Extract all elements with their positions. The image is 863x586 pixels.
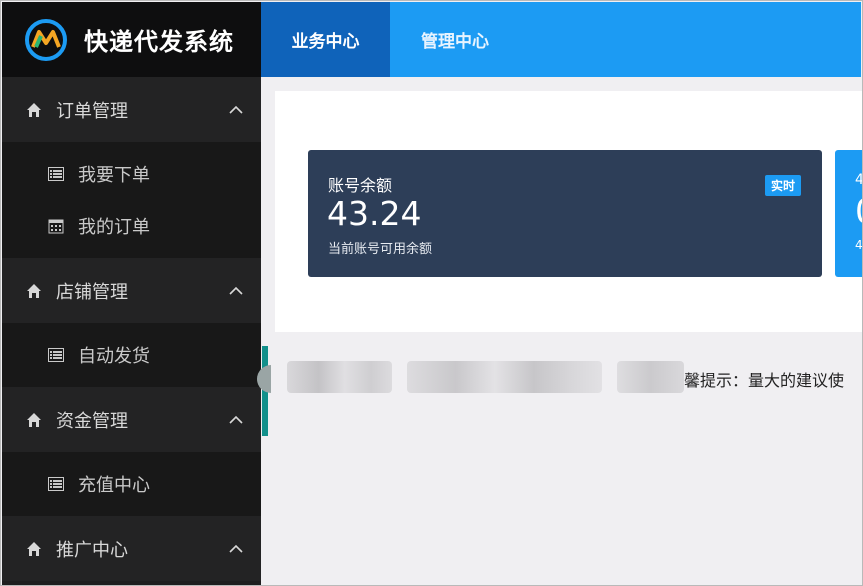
stat-card-partial: 4 0 4 — [835, 150, 863, 277]
chevron-up-icon — [229, 415, 243, 424]
sidebar-item-recharge[interactable]: 充值中心 — [2, 458, 261, 510]
app-title: 快递代发系统 — [84, 28, 234, 56]
blurred-content — [407, 361, 602, 393]
list-icon — [48, 348, 64, 362]
chevron-up-icon — [229, 105, 243, 114]
sidebar-item-my-orders[interactable]: 我的订单 — [2, 200, 261, 252]
balance-title: 账号余额 — [328, 176, 393, 195]
sidebar-group-label: 推广中心 — [56, 539, 128, 561]
home-icon — [27, 102, 41, 117]
calendar-icon — [48, 219, 64, 234]
sidebar-sublist: 充值中心 — [2, 452, 261, 516]
top-nav: 业务中心 管理中心 — [261, 2, 861, 77]
sidebar-sublist: 我要下单 我的订单 — [2, 142, 261, 258]
sidebar: 快递代发系统 订单管理 我要下单 我的订单 店铺管理 自动发货 资金管理 充值中… — [2, 2, 261, 586]
sidebar-group-shop[interactable]: 店铺管理 — [2, 258, 261, 323]
home-icon — [27, 412, 41, 427]
sidebar-group-label: 资金管理 — [56, 410, 128, 432]
m-logo-icon — [25, 18, 67, 61]
list-icon — [48, 477, 64, 491]
blurred-content — [287, 361, 392, 393]
list-icon — [48, 167, 64, 181]
notice-text: 馨提示：量大的建议使 — [684, 371, 845, 390]
balance-card: 账号余额 43.24 当前账号可用余额 实时 — [308, 150, 822, 277]
sidebar-item-label: 充值中心 — [78, 475, 150, 496]
sidebar-item-place-order[interactable]: 我要下单 — [2, 148, 261, 200]
sidebar-group-label: 订单管理 — [56, 100, 128, 122]
sidebar-sublist: 自动发货 — [2, 323, 261, 387]
stats-panel: 账号余额 43.24 当前账号可用余额 实时 4 0 4 — [275, 91, 863, 332]
partial-card-desc: 4 — [855, 238, 863, 252]
tab-management-center[interactable]: 管理中心 — [390, 2, 520, 77]
balance-amount: 43.24 — [327, 194, 422, 233]
sidebar-item-label: 我要下单 — [78, 165, 150, 186]
tab-business-center[interactable]: 业务中心 — [261, 2, 390, 77]
sidebar-item-label: 我的订单 — [78, 217, 150, 238]
brand-header: 快递代发系统 — [2, 2, 261, 77]
partial-card-title: 4 — [855, 172, 863, 188]
sidebar-group-label: 店铺管理 — [56, 281, 128, 303]
sidebar-group-promotion[interactable]: 推广中心 — [2, 516, 261, 581]
sidebar-group-orders[interactable]: 订单管理 — [2, 77, 261, 142]
sidebar-group-funds[interactable]: 资金管理 — [2, 387, 261, 452]
chevron-up-icon — [229, 544, 243, 553]
partial-card-value: 0 — [855, 192, 863, 232]
balance-description: 当前账号可用余额 — [328, 242, 433, 257]
blurred-content — [617, 361, 684, 393]
home-icon — [27, 283, 41, 298]
home-icon — [27, 541, 41, 556]
sidebar-item-auto-ship[interactable]: 自动发货 — [2, 329, 261, 381]
chevron-up-icon — [229, 286, 243, 295]
sidebar-item-label: 自动发货 — [78, 346, 150, 367]
realtime-badge: 实时 — [764, 175, 801, 196]
